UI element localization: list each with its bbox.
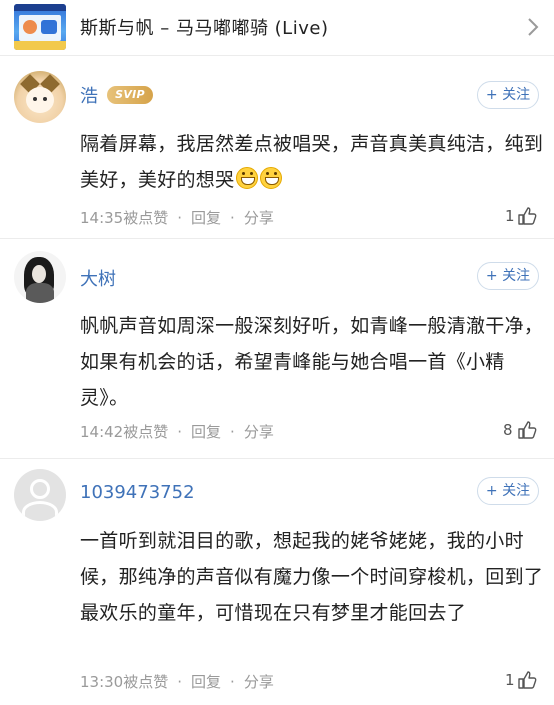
cover-top-strip [14, 4, 66, 11]
user-avatar[interactable] [14, 71, 66, 123]
comment-time: 14:35 [80, 209, 124, 227]
cover-bottom-strip [14, 41, 66, 50]
comment-text: 帆帆声音如周深一般深刻好听，如青峰一般清澈干净，如果有机会的话，希望青峰能与她合… [80, 315, 544, 409]
user-avatar[interactable] [14, 469, 66, 521]
separator: · [230, 209, 235, 227]
comment-meta: 13:30被点赞 · 回复 · 分享 [80, 671, 274, 692]
comment-text: 隔着屏幕，我居然差点被唱哭，声音真美真纯洁，纯到美好，美好的想哭 [80, 126, 546, 198]
share-button[interactable]: 分享 [244, 673, 274, 691]
like-count: 1 [505, 207, 515, 225]
comment-item: 1039473752 + 关注 一首听到就泪目的歌，想起我的姥爷姥姥，我的小时候… [0, 459, 554, 705]
comment-text: 一首听到就泪目的歌，想起我的姥爷姥姥，我的小时候，那纯净的声音似有魔力像一个时间… [80, 530, 544, 624]
username[interactable]: 浩 [80, 82, 98, 108]
share-button[interactable]: 分享 [244, 423, 274, 441]
separator: · [230, 673, 235, 691]
grin-emoji-icon [236, 167, 259, 189]
like-count: 1 [505, 671, 515, 689]
separator: · [177, 209, 183, 227]
thumbs-up-icon[interactable] [516, 419, 538, 441]
cover-artwork [19, 15, 61, 41]
share-button[interactable]: 分享 [244, 209, 274, 227]
comment-item: 浩 SVIP + 关注 隔着屏幕，我居然差点被唱哭，声音真美真纯洁，纯到美好，美… [0, 57, 554, 238]
follow-button[interactable]: + 关注 [477, 81, 539, 109]
comment-meta: 14:35被点赞 · 回复 · 分享 [80, 207, 274, 228]
reply-button[interactable]: 回复 [191, 423, 221, 441]
comment-time: 13:30 [80, 673, 124, 691]
user-avatar[interactable] [14, 251, 66, 303]
separator: · [177, 673, 183, 691]
reply-button[interactable]: 回复 [191, 209, 221, 227]
reply-button[interactable]: 回复 [191, 673, 221, 691]
liked-label: 被点赞 [123, 673, 169, 691]
liked-label: 被点赞 [123, 423, 169, 441]
like-count: 8 [503, 421, 513, 439]
comment-meta: 14:42被点赞 · 回复 · 分享 [80, 421, 274, 442]
separator: · [230, 423, 235, 441]
separator: · [177, 423, 183, 441]
thumbs-up-icon[interactable] [516, 669, 538, 691]
svip-badge: SVIP [107, 86, 153, 104]
song-header-bar[interactable]: 斯斯与帆 – 马马嘟嘟骑 (Live) [0, 0, 554, 56]
follow-button[interactable]: + 关注 [477, 477, 539, 505]
thumbs-up-icon[interactable] [516, 205, 538, 227]
follow-button[interactable]: + 关注 [477, 262, 539, 290]
comment-text-body: 隔着屏幕，我居然差点被唱哭，声音真美真纯洁，纯到美好，美好的想哭 [80, 133, 544, 191]
username[interactable]: 大树 [80, 265, 116, 291]
song-title[interactable]: 斯斯与帆 – 马马嘟嘟骑 (Live) [80, 14, 328, 40]
grin-emoji-icon [260, 167, 283, 189]
comment-time: 14:42 [80, 423, 124, 441]
username[interactable]: 1039473752 [80, 482, 195, 503]
liked-label: 被点赞 [123, 209, 169, 227]
comment-item: 大树 + 关注 帆帆声音如周深一般深刻好听，如青峰一般清澈干净，如果有机会的话，… [0, 239, 554, 458]
album-cover-image[interactable] [14, 4, 66, 50]
chevron-right-icon[interactable] [526, 16, 540, 38]
